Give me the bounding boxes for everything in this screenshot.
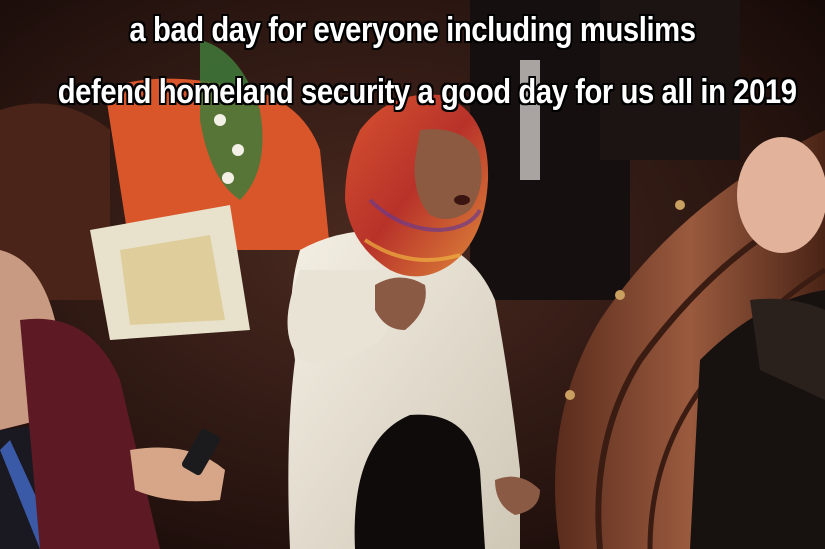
gift-bag-pattern <box>120 235 225 325</box>
pew-rivet <box>675 200 685 210</box>
bald-man-head <box>737 137 825 253</box>
open-mouth <box>454 195 470 205</box>
meme-second-caption: defend homeland security a good day for … <box>57 73 797 111</box>
pew-rivet <box>615 290 625 300</box>
lei-flower <box>232 144 244 156</box>
lei-flower <box>222 172 234 184</box>
meme-top-caption: a bad day for everyone including muslims <box>129 11 696 49</box>
pew-rivet <box>565 390 575 400</box>
lei-flower <box>214 114 226 126</box>
speaking-face <box>414 129 482 219</box>
meme-image: a bad day for everyone including muslims… <box>0 0 825 549</box>
